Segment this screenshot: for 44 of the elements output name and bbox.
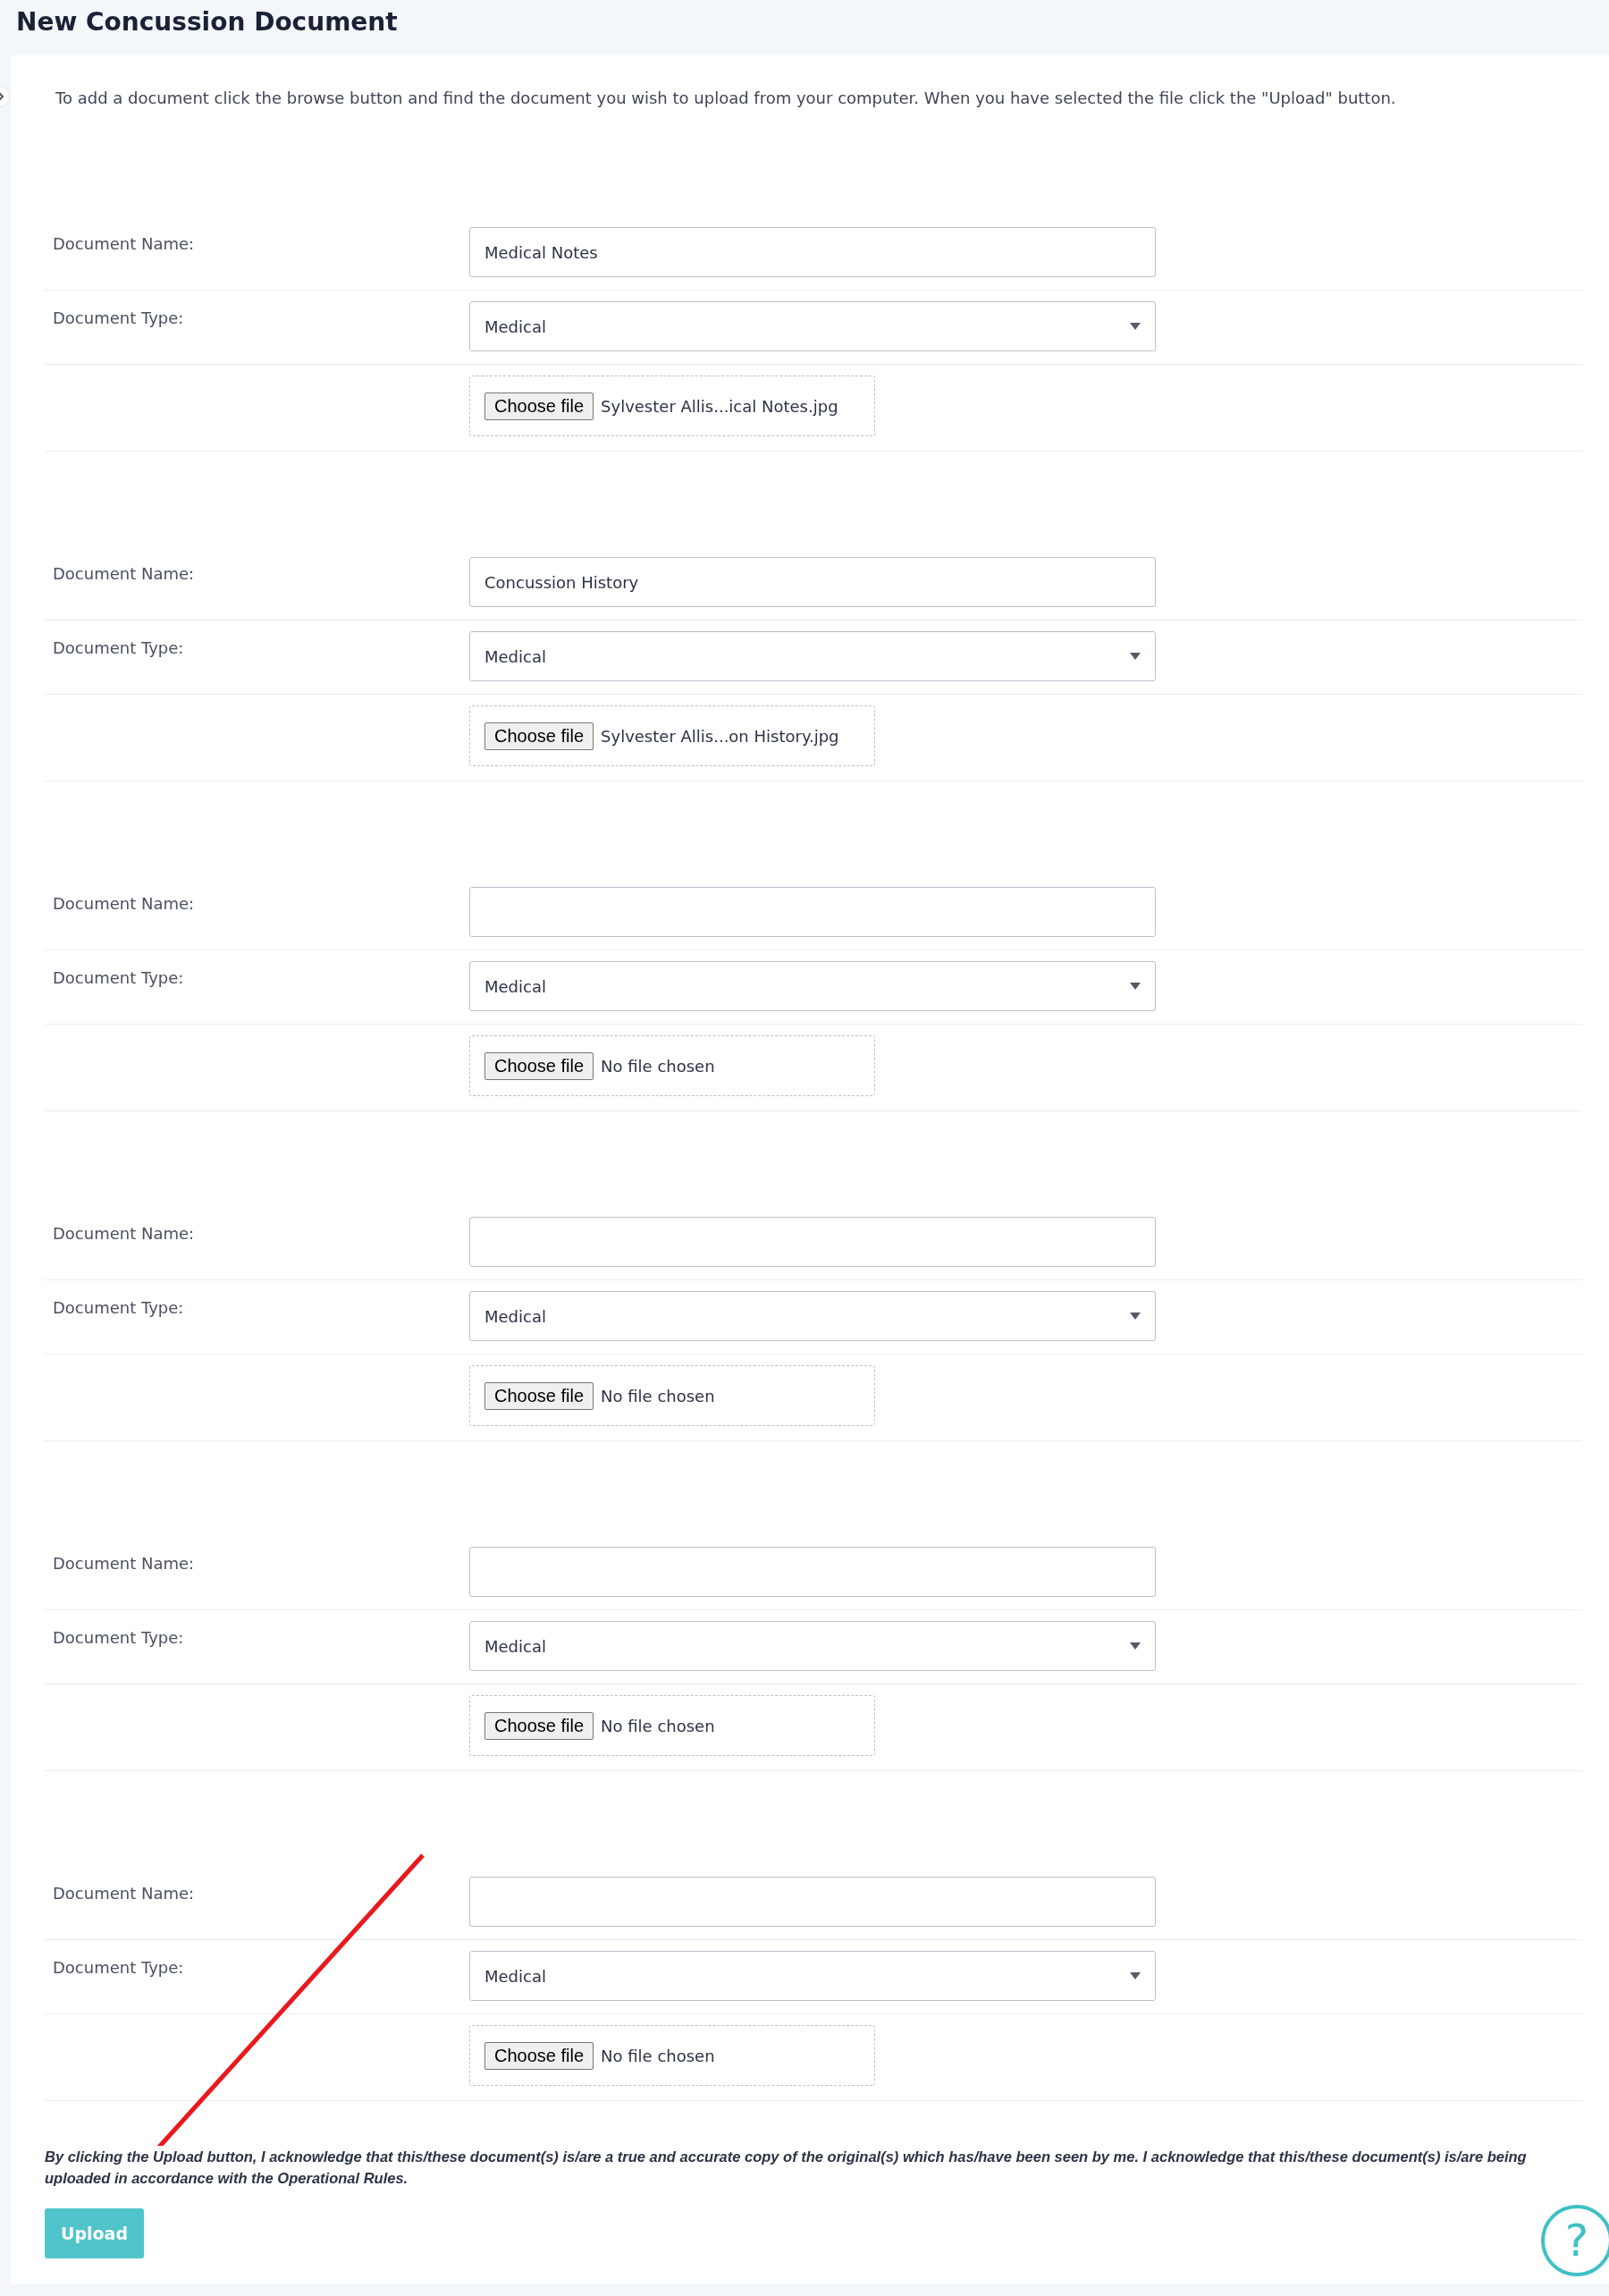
caret-icon <box>1130 323 1141 330</box>
document-type-select[interactable]: Medical <box>469 301 1156 351</box>
instructions-text: To add a document click the browse button and find the document you wish to upload from your computer. When you have selected the file click the "Upload" button. <box>55 88 1397 109</box>
page-title: New Concussion Document <box>16 7 398 37</box>
document-type-select[interactable]: Medical <box>469 1621 1156 1671</box>
choose-file-button[interactable]: Choose file <box>484 1711 594 1740</box>
field-label: Document Type: <box>52 1957 184 1979</box>
document-type-select[interactable]: Medical <box>469 631 1156 681</box>
caret-icon <box>1130 1972 1141 1979</box>
file-name: Sylvester Allis...on History.jpg <box>601 726 839 746</box>
field-label: Document Name: <box>52 233 195 255</box>
file-name: No file chosen <box>601 1056 715 1076</box>
document-type-select[interactable]: Medical <box>469 1951 1156 2001</box>
document-name-field[interactable] <box>469 1877 1156 1927</box>
document-name-field[interactable] <box>469 1547 1156 1597</box>
field-label: Document Name: <box>52 893 195 915</box>
choose-file-button[interactable]: Choose file <box>484 1381 594 1410</box>
choose-file-button[interactable]: Choose file <box>484 722 594 750</box>
field-label: Document Name: <box>52 563 195 585</box>
field-label: Document Type: <box>52 308 184 329</box>
file-name: Sylvester Allis...ical Notes.jpg <box>601 396 838 416</box>
caret-icon <box>1130 1642 1141 1650</box>
field-label: Document Type: <box>52 1297 184 1319</box>
field-label: Document Type: <box>52 967 184 989</box>
choose-file-button[interactable]: Choose file <box>484 1051 594 1080</box>
choose-file-button[interactable]: Choose file <box>484 2041 594 2070</box>
document-name-field[interactable]: Concussion History <box>469 557 1156 607</box>
caret-icon <box>1130 1313 1141 1320</box>
file-name: No file chosen <box>601 1386 715 1405</box>
field-label: Document Type: <box>52 1627 184 1649</box>
file-name: No file chosen <box>601 2046 715 2065</box>
field-label: Document Name: <box>52 1223 195 1245</box>
document-type-select[interactable]: Medical <box>469 961 1156 1011</box>
caret-icon <box>1130 983 1141 990</box>
field-label: Document Type: <box>52 637 184 659</box>
file-name: No file chosen <box>601 1716 715 1735</box>
document-name-field[interactable]: Medical Notes <box>469 227 1156 277</box>
field-label: Document Name: <box>52 1553 195 1574</box>
document-name-field[interactable] <box>469 887 1156 937</box>
field-label: Document Name: <box>52 1883 195 1904</box>
caret-icon <box>1130 653 1141 660</box>
document-type-select[interactable]: Medical <box>469 1291 1156 1341</box>
choose-file-button[interactable]: Choose file <box>484 392 594 420</box>
document-name-field[interactable] <box>469 1217 1156 1267</box>
